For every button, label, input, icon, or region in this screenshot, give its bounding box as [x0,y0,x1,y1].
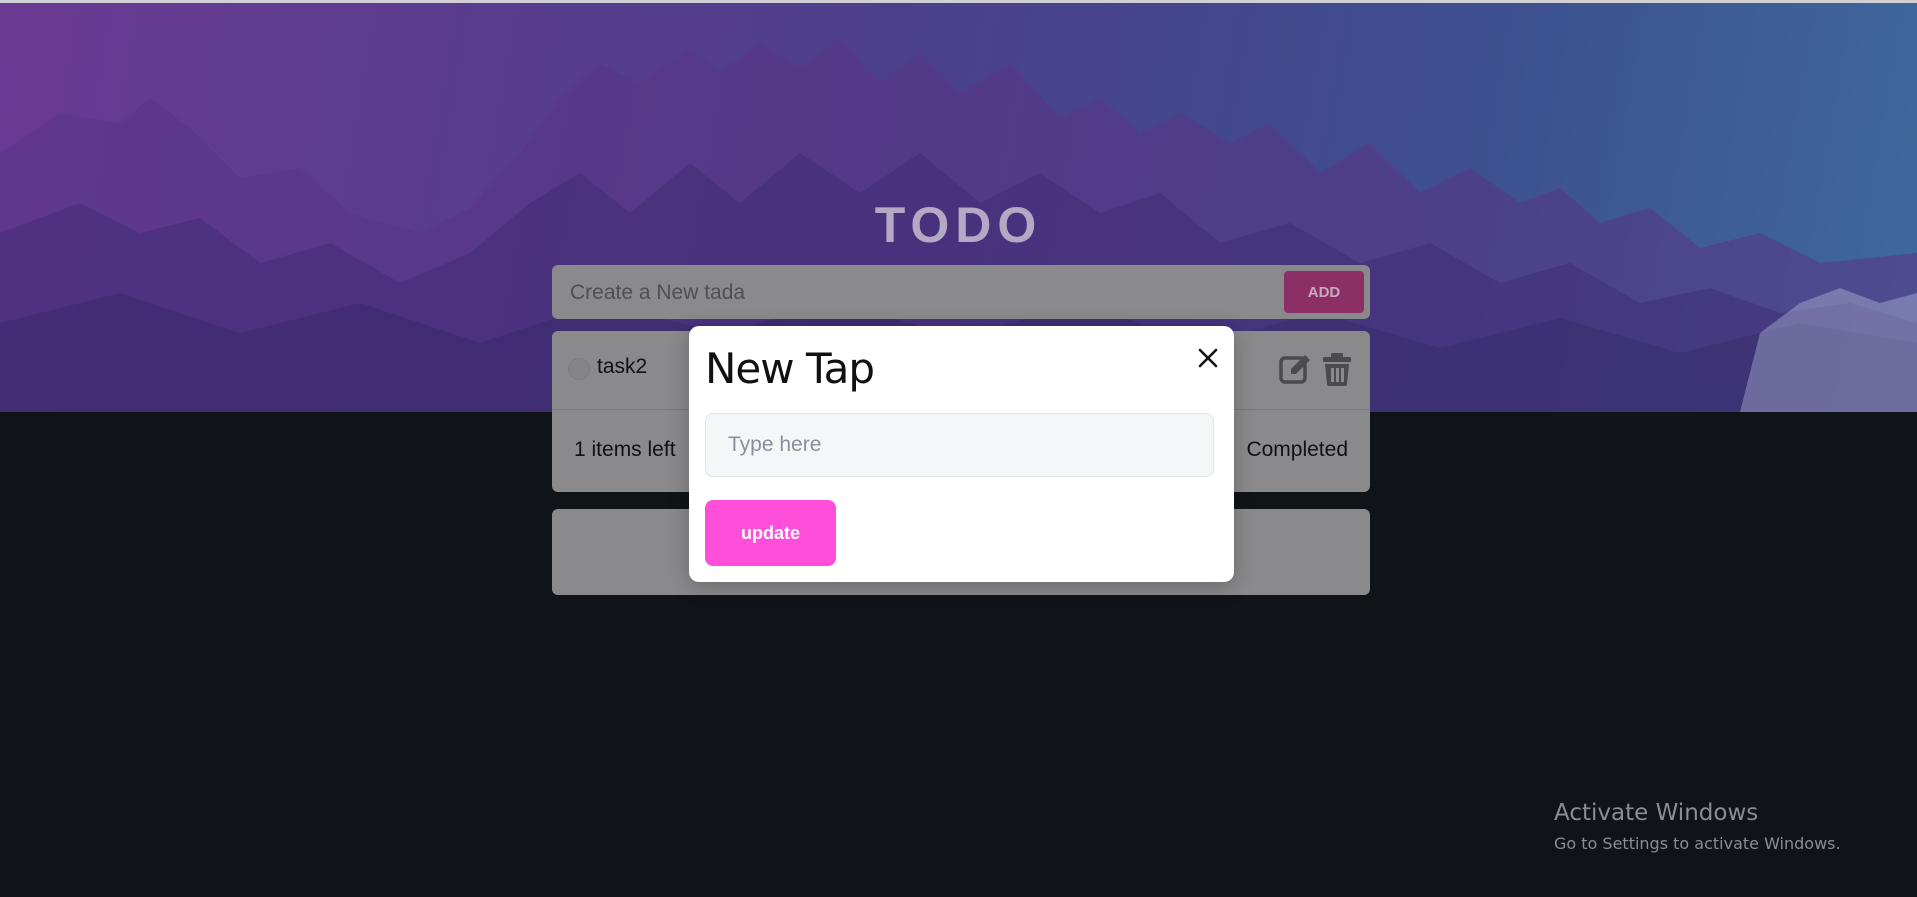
app-title: TODO [874,197,1043,253]
edit-task-input[interactable] [705,413,1214,477]
browser-top-edge [0,0,1917,3]
edit-task-modal: New Tap update [689,326,1234,582]
items-left-count: 1 items left [574,438,676,461]
windows-activation-watermark: Activate Windows Go to Settings to activ… [1554,800,1841,853]
close-icon[interactable] [1190,340,1226,376]
filter-completed[interactable]: Completed [1246,438,1348,462]
page: TODO ADD task2 [0,0,1917,897]
new-todo-input[interactable] [568,277,1272,309]
task-label: task2 [597,355,648,378]
update-button[interactable]: update [705,500,836,566]
watermark-subtitle: Go to Settings to activate Windows. [1554,834,1841,853]
edit-icon[interactable] [1278,351,1312,387]
add-button[interactable]: ADD [1284,271,1364,313]
modal-title: New Tap [705,344,875,393]
task-checkbox[interactable] [568,358,590,380]
trash-icon[interactable] [1320,351,1354,387]
watermark-title: Activate Windows [1554,800,1759,826]
new-todo-bar: ADD [552,265,1370,319]
